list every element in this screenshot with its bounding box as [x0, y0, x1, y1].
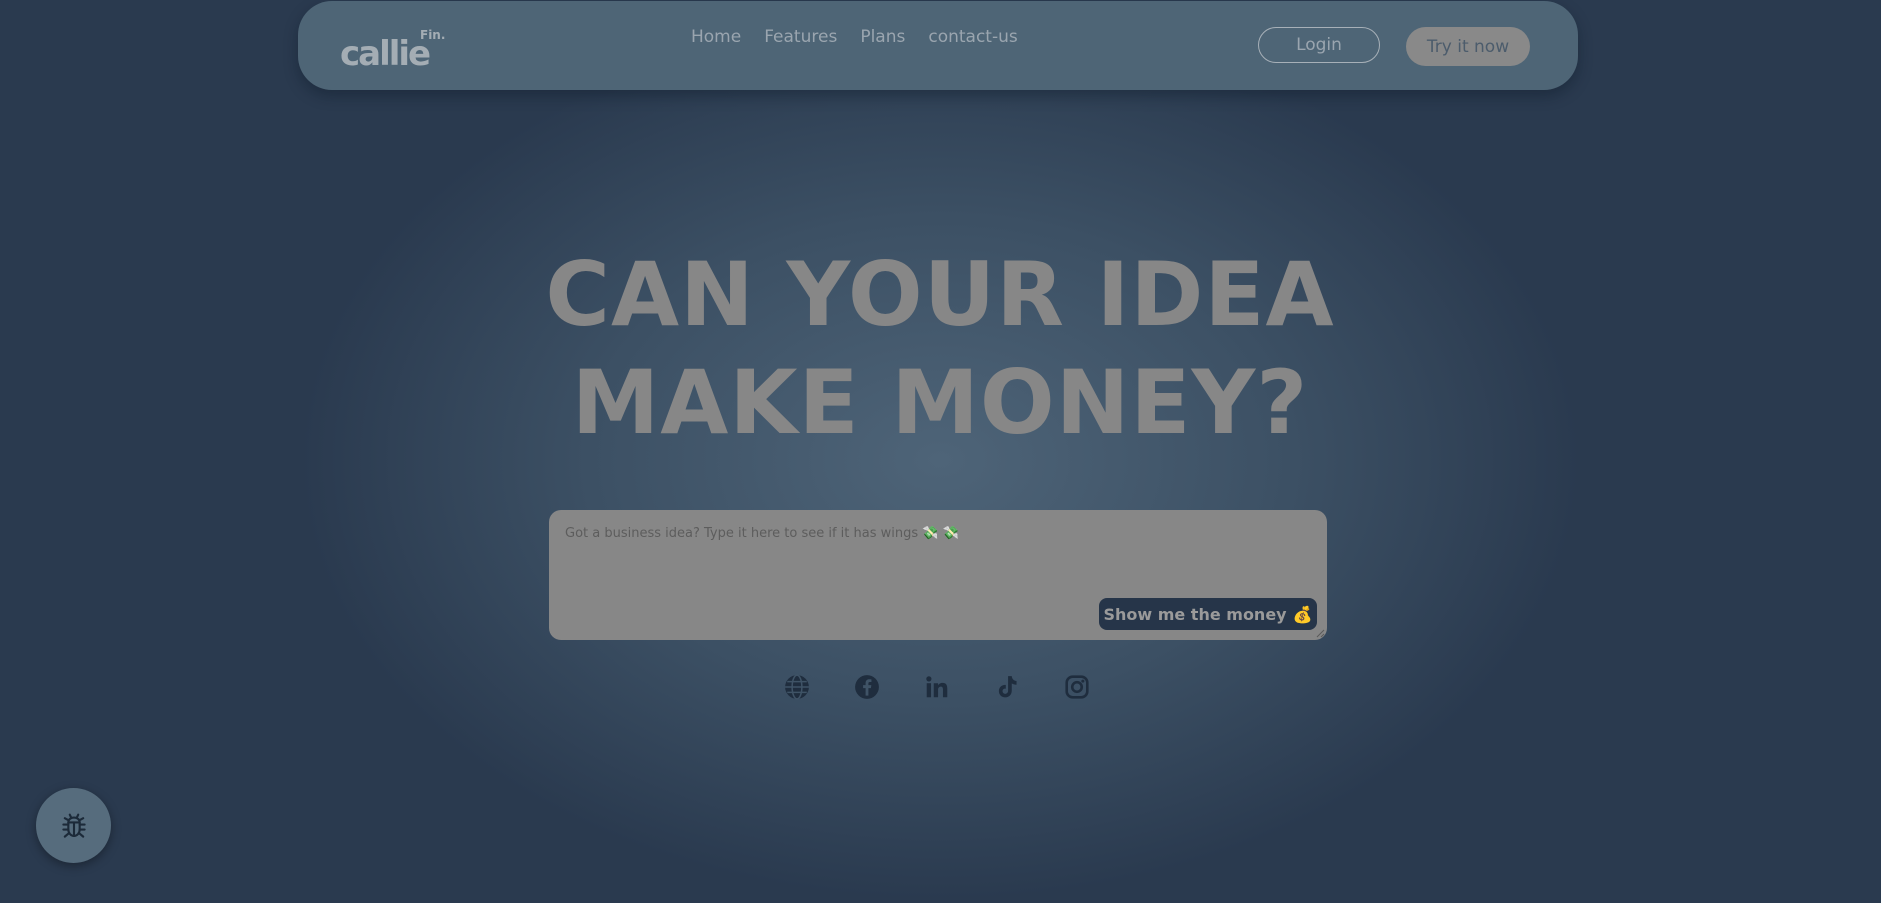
- svg-text:Fin.: Fin.: [420, 28, 445, 42]
- linkedin-icon[interactable]: [924, 674, 950, 700]
- hero-title: CAN YOUR IDEA MAKE MONEY?: [440, 241, 1440, 457]
- nav-link-features[interactable]: Features: [764, 27, 837, 47]
- nav-link-contact-us[interactable]: contact-us: [928, 27, 1017, 47]
- globe-icon[interactable]: [784, 674, 810, 700]
- hero-title-line-2: MAKE MONEY?: [571, 351, 1309, 454]
- show-me-the-money-button[interactable]: Show me the money 💰: [1099, 598, 1317, 630]
- svg-text:callie: callie: [340, 34, 430, 71]
- tiktok-icon[interactable]: [994, 674, 1020, 700]
- callie-fin-logo[interactable]: callie Fin.: [340, 25, 448, 71]
- bug-report-button[interactable]: [36, 788, 111, 863]
- money-bag-icon: 💰: [1292, 604, 1313, 624]
- instagram-icon[interactable]: [1064, 674, 1090, 700]
- social-links: [784, 674, 1090, 700]
- nav-link-plans[interactable]: Plans: [860, 27, 905, 47]
- show-me-the-money-label: Show me the money: [1103, 604, 1287, 624]
- top-navbar: callie Fin. Home Features Plans contact-…: [298, 1, 1578, 90]
- try-it-now-button[interactable]: Try it now: [1406, 27, 1530, 66]
- nav-link-home[interactable]: Home: [691, 27, 741, 47]
- login-button[interactable]: Login: [1258, 27, 1380, 63]
- main-nav: Home Features Plans contact-us: [691, 27, 1018, 47]
- bug-icon: [61, 813, 86, 838]
- idea-form: Show me the money 💰: [549, 510, 1327, 640]
- hero-title-line-1: CAN YOUR IDEA: [545, 243, 1335, 346]
- facebook-icon[interactable]: [854, 674, 880, 700]
- resize-grip-icon[interactable]: [1315, 628, 1325, 638]
